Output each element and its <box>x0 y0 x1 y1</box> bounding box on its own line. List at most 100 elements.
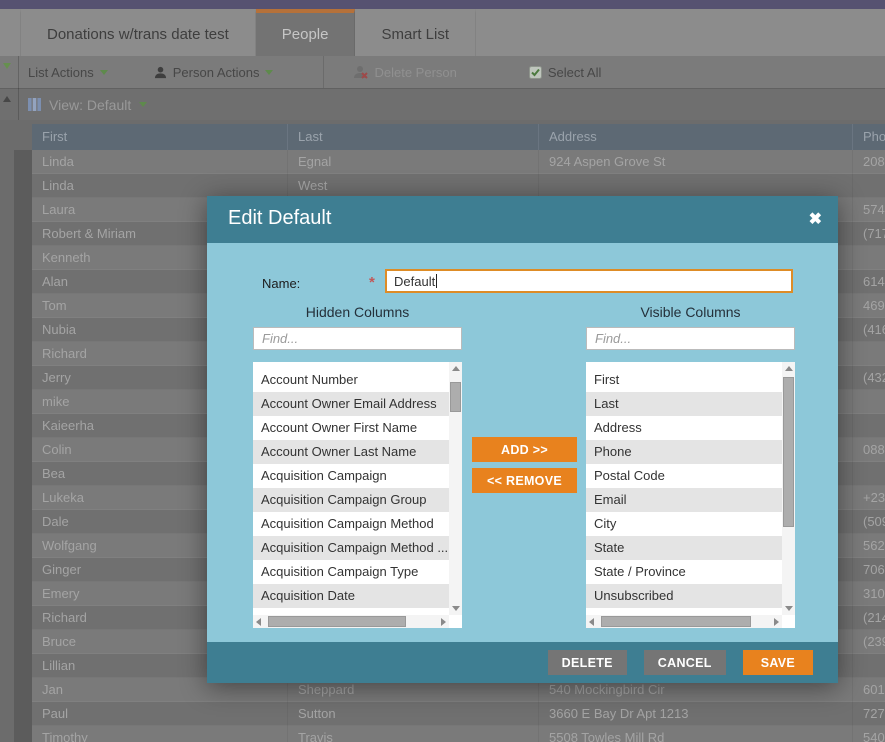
table-cell: 310-6 <box>852 582 885 606</box>
scroll-left-icon[interactable] <box>589 618 594 626</box>
scrollbar-thumb[interactable] <box>450 382 461 412</box>
cancel-button[interactable]: CANCEL <box>643 650 726 675</box>
list-item[interactable]: Last <box>586 392 782 416</box>
list-item[interactable]: State / Province <box>586 560 782 584</box>
table-cell: Linda <box>42 154 74 169</box>
vertical-scrollbar[interactable] <box>782 362 795 615</box>
delete-button[interactable]: DELETE <box>547 650 627 675</box>
table-cell: Paul <box>42 706 69 721</box>
select-all-label: Select All <box>547 64 602 80</box>
horizontal-scrollbar[interactable] <box>586 615 782 628</box>
list-item[interactable]: Account Owner Email Address <box>253 392 449 416</box>
hidden-columns-title: Hidden Columns <box>305 304 410 320</box>
column-header[interactable]: Phone <box>852 124 885 150</box>
table-gutter <box>14 150 32 742</box>
table-cell <box>852 174 885 198</box>
scrollbar-thumb[interactable] <box>601 616 751 627</box>
list-item[interactable]: Acquisition Date <box>253 584 449 608</box>
table-cell: (239)8 <box>852 630 885 654</box>
list-item[interactable]: Address <box>586 416 782 440</box>
list-item[interactable]: First <box>586 368 782 392</box>
list-item[interactable]: Acquisition Campaign Method <box>253 512 449 536</box>
scroll-down-icon[interactable] <box>785 606 793 611</box>
table-cell: West <box>287 174 538 198</box>
scroll-down-icon[interactable] <box>452 606 460 611</box>
scroll-up-icon[interactable] <box>452 366 460 371</box>
column-header[interactable]: Last <box>287 124 538 150</box>
list-item[interactable]: Unsubscribed <box>586 584 782 608</box>
table-cell <box>852 342 885 366</box>
scroll-right-icon[interactable] <box>774 618 779 626</box>
table-header: FirstLastAddressPhone <box>32 124 885 150</box>
table-cell: 61404 <box>852 270 885 294</box>
person-actions-label: Person Actions <box>172 64 260 80</box>
table-cell: 54089 <box>852 726 885 742</box>
list-item[interactable]: Acquisition Campaign <box>253 464 449 488</box>
save-button[interactable]: SAVE <box>742 650 813 675</box>
table-cell: 20828 <box>852 150 885 174</box>
top-nav-bar <box>0 0 885 9</box>
modal-body: Name: * Default Hidden Columns Visible C… <box>207 243 838 642</box>
vertical-scrollbar[interactable] <box>449 362 462 615</box>
list-item[interactable]: State <box>586 536 782 560</box>
table-row[interactable]: Paul Sutton3660 E Bay Dr Apt 121372750 <box>32 702 885 726</box>
column-header[interactable]: First <box>32 124 287 150</box>
table-cell: Timothy <box>42 730 88 742</box>
remove-button[interactable]: << REMOVE <box>472 468 577 493</box>
toolbar-divider <box>323 56 325 88</box>
list-item[interactable]: Email <box>586 488 782 512</box>
scrollbar-thumb[interactable] <box>783 377 794 527</box>
person-icon <box>154 66 167 79</box>
table-row[interactable]: Linda Egnal924 Aspen Grove St20828 <box>32 150 885 174</box>
tab-smart-list[interactable]: Smart List <box>355 9 476 56</box>
table-cell: (432)2 <box>852 366 885 390</box>
hidden-columns-items: Account Number Account Owner Email Addres… <box>253 362 449 615</box>
view-bar[interactable]: View: Default <box>0 88 885 120</box>
add-button[interactable]: ADD >> <box>472 437 577 462</box>
list-item[interactable]: Account Number <box>253 368 449 392</box>
table-cell <box>538 174 852 198</box>
column-header[interactable]: Address <box>538 124 852 150</box>
expand-panel-icon[interactable] <box>3 96 11 102</box>
tab-donations[interactable]: Donations w/trans date test <box>20 9 256 56</box>
hidden-find-input[interactable] <box>253 327 462 350</box>
select-all-button[interactable]: Select All <box>519 56 611 88</box>
scrollbar-thumb[interactable] <box>268 616 406 627</box>
scroll-up-icon[interactable] <box>785 366 793 371</box>
tab-people[interactable]: People <box>255 9 356 56</box>
table-row[interactable]: Linda West <box>32 174 885 198</box>
list-item[interactable]: Account Owner Last Name <box>253 440 449 464</box>
toolbar: List Actions Person Actions Delete Perso… <box>0 56 885 88</box>
scroll-right-icon[interactable] <box>441 618 446 626</box>
list-item[interactable]: Acquisition Campaign Type <box>253 560 449 584</box>
table-cell: 70624 <box>852 558 885 582</box>
list-item[interactable]: Account Owner First Name <box>253 416 449 440</box>
table-cell: +2317 <box>852 486 885 510</box>
scroll-left-icon[interactable] <box>256 618 261 626</box>
horizontal-scrollbar[interactable] <box>253 615 449 628</box>
list-item[interactable]: Acquisition Campaign Group <box>253 488 449 512</box>
list-item[interactable]: Acquisition Campaign Method ... <box>253 536 449 560</box>
checkmark-icon <box>528 65 542 79</box>
modal-header: Edit Default ✖ <box>207 196 838 243</box>
tab-bar: Donations w/trans date test People Smart… <box>0 9 885 56</box>
table-cell: Egnal <box>287 150 538 174</box>
scrollbar-corner <box>449 615 462 628</box>
visible-find-input[interactable] <box>586 327 795 350</box>
name-input[interactable]: Default <box>385 269 793 293</box>
person-actions-button[interactable]: Person Actions <box>144 56 284 88</box>
list-item[interactable]: City <box>586 512 782 536</box>
tab-label: Donations w/trans date test <box>47 26 229 43</box>
name-input-value: Default <box>394 273 436 289</box>
collapse-panel-icon[interactable] <box>3 63 11 69</box>
close-icon[interactable]: ✖ <box>809 209 822 229</box>
chevron-down-icon <box>265 69 274 75</box>
list-actions-label: List Actions <box>28 64 94 80</box>
edit-view-modal: Edit Default ✖ Name: * Default Hidden Co… <box>207 196 838 683</box>
list-actions-button[interactable]: List Actions <box>18 56 118 88</box>
list-item[interactable]: Postal Code <box>586 464 782 488</box>
table-cell <box>852 390 885 414</box>
list-item[interactable]: Phone <box>586 440 782 464</box>
table-cell <box>852 462 885 486</box>
table-row[interactable]: Timothy Travis5508 Towles Mill Rd54089 <box>32 726 885 742</box>
